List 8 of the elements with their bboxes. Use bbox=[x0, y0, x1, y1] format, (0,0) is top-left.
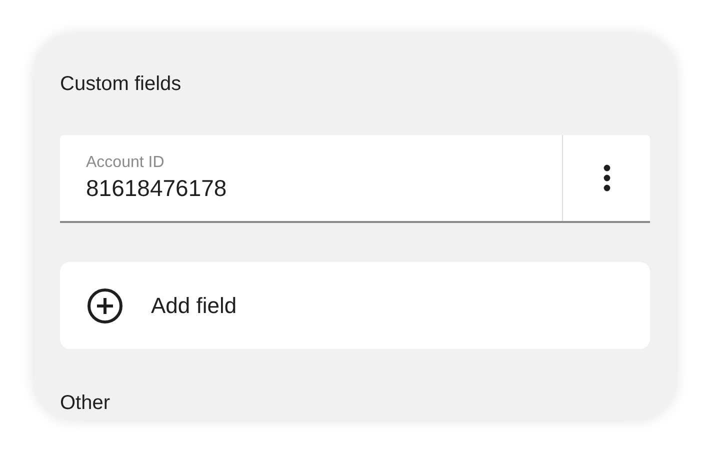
more-vertical-icon bbox=[602, 164, 610, 192]
add-field-button[interactable]: Add field bbox=[60, 262, 650, 349]
add-circle-icon bbox=[87, 288, 123, 324]
field-value: 81618476178 bbox=[86, 174, 228, 203]
field-label: Account ID bbox=[86, 153, 166, 173]
section-heading: Other bbox=[60, 391, 112, 416]
section-heading: Custom fields bbox=[60, 72, 182, 97]
account-id-field[interactable]: Account ID 81618476178 bbox=[60, 135, 562, 221]
